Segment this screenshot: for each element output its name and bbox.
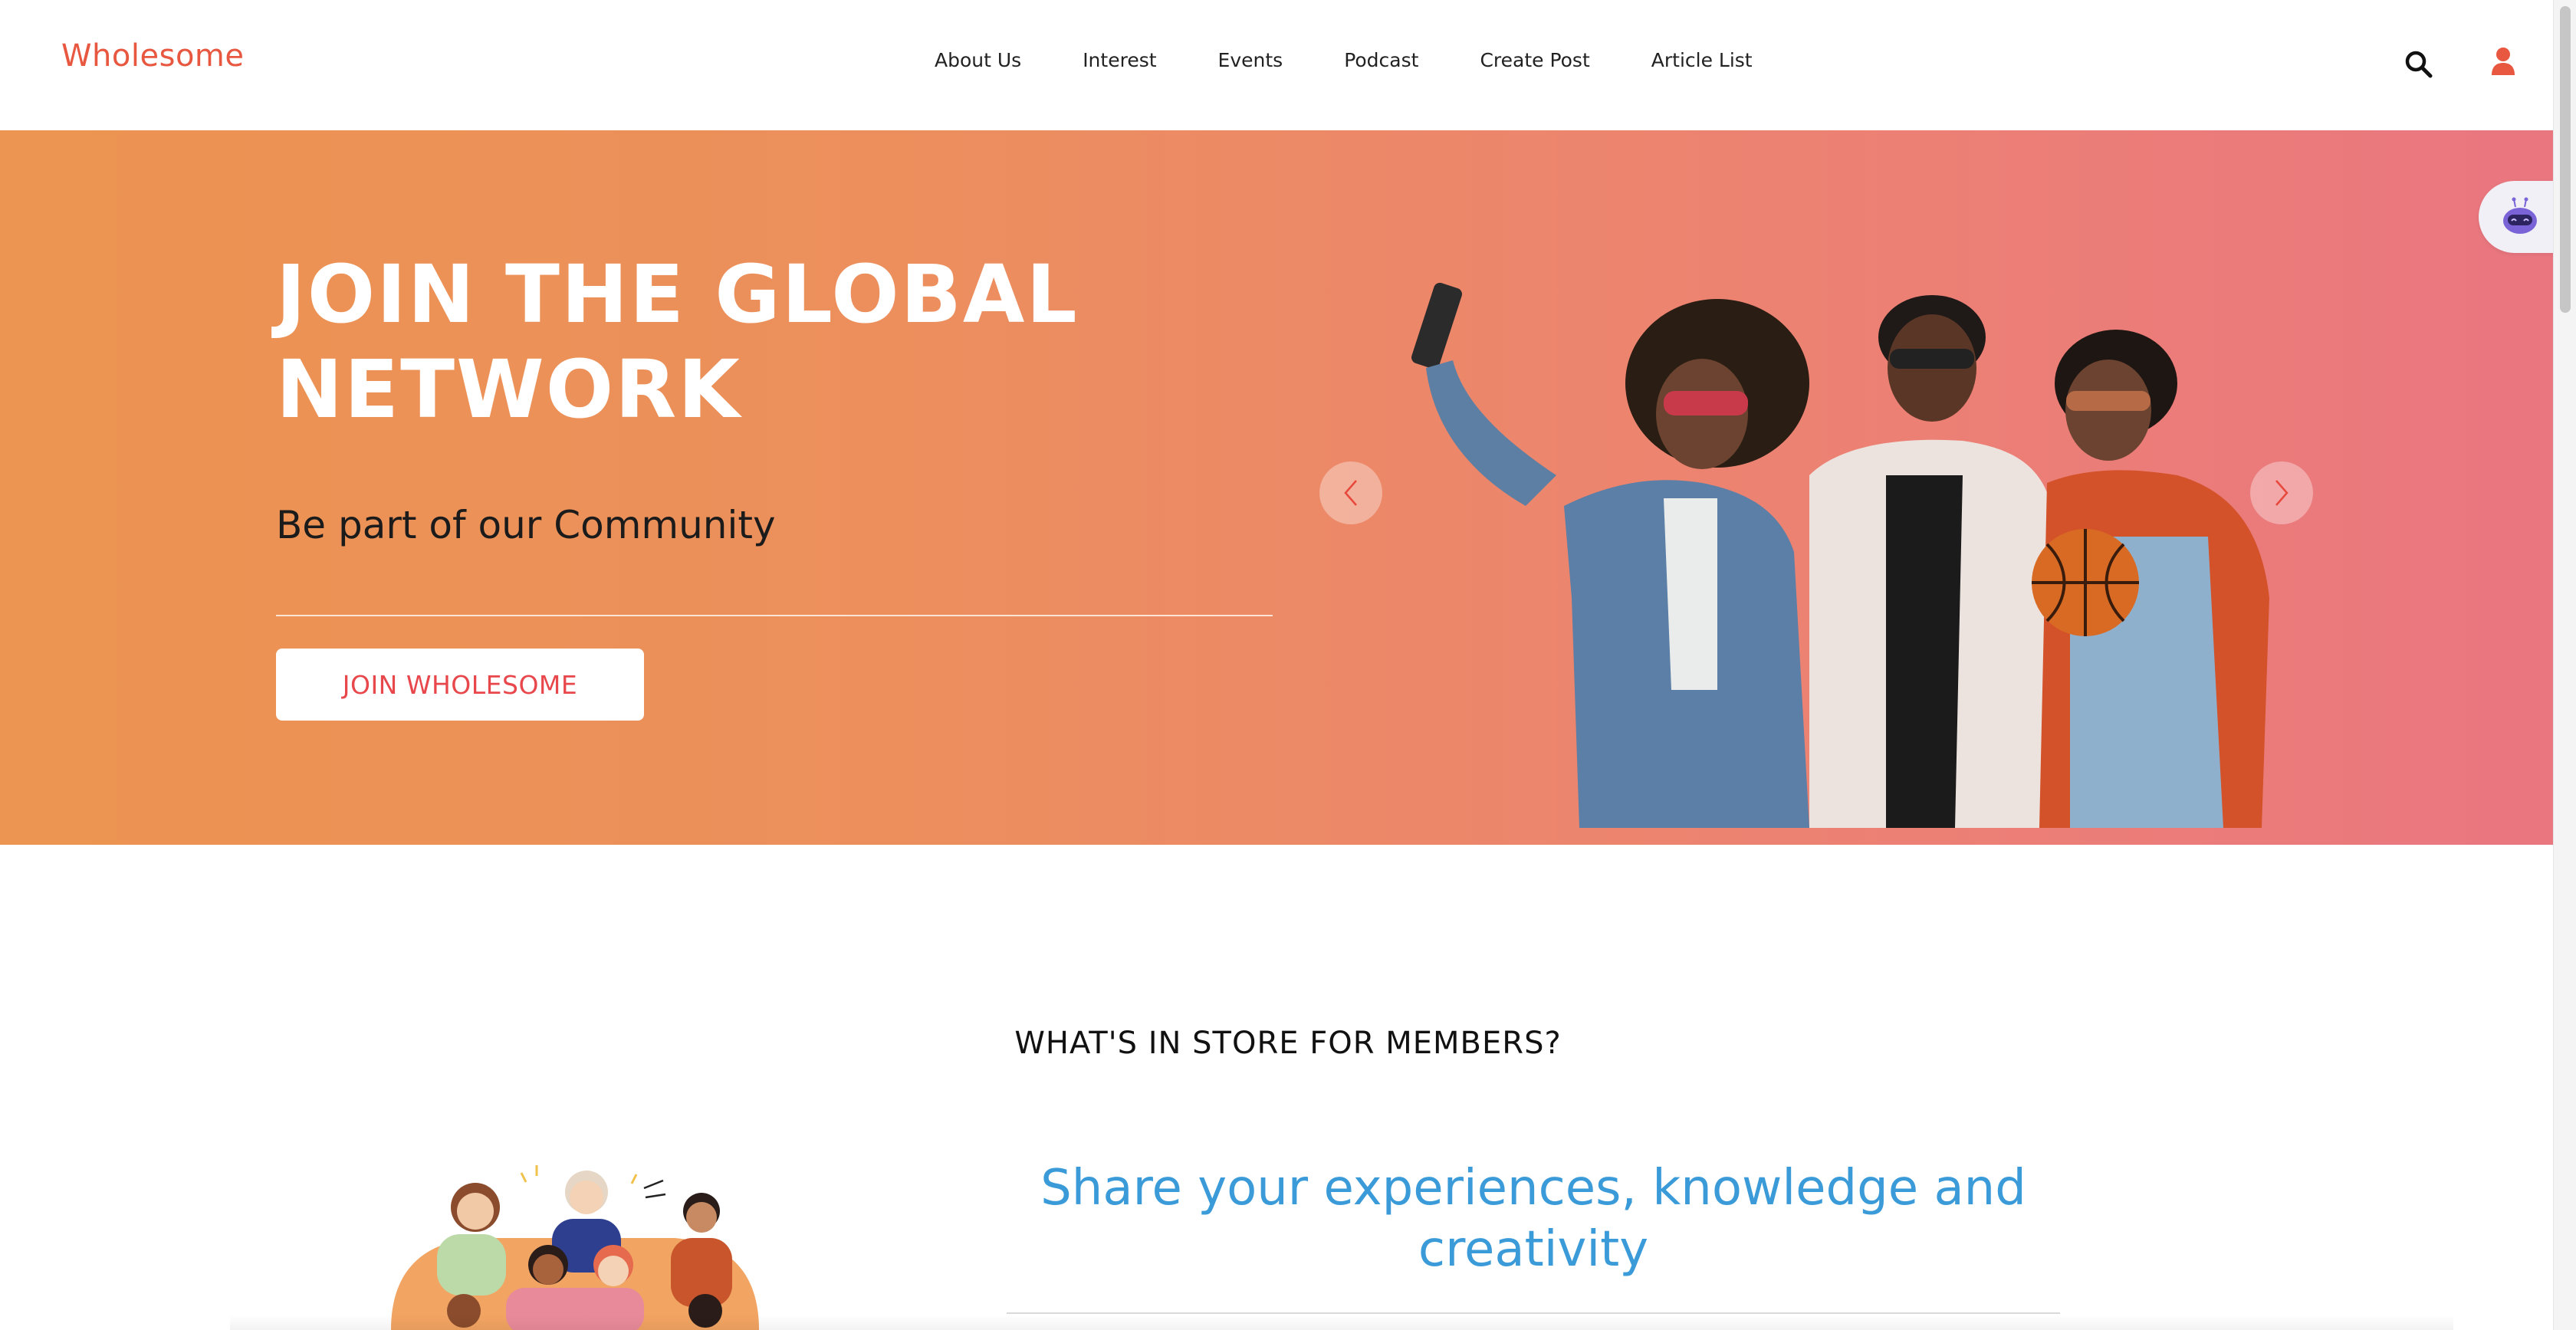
hero-subtitle: Be part of our Community (276, 503, 776, 547)
site-logo[interactable]: Wholesome (61, 38, 244, 74)
nav-create-post[interactable]: Create Post (1480, 49, 1589, 71)
hero-banner: JOIN THE GLOBAL NETWORK Be part of our C… (0, 130, 2553, 845)
nav-article-list[interactable]: Article List (1651, 49, 1753, 71)
nav-events[interactable]: Events (1218, 49, 1283, 71)
hero-title: JOIN THE GLOBAL NETWORK (276, 248, 1079, 436)
chevron-left-icon (1344, 480, 1357, 506)
site-header: Wholesome About Us Interest Events Podca… (0, 0, 2553, 130)
feature-divider (1007, 1312, 2060, 1314)
community-illustration (391, 1165, 759, 1330)
page-scrollbar[interactable] (2553, 0, 2576, 1330)
nav-interest[interactable]: Interest (1083, 49, 1156, 71)
hero-photo (1411, 282, 2269, 828)
feature-title: Share your experiences, knowledge and cr… (1040, 1160, 2026, 1278)
search-icon[interactable] (2404, 49, 2434, 80)
main-nav: About Us Interest Events Podcast Create … (935, 49, 1753, 71)
bottom-shadow (230, 1315, 2453, 1330)
robot-icon (2503, 197, 2537, 234)
user-icon[interactable] (2490, 46, 2516, 77)
scrollbar-thumb[interactable] (2560, 6, 2571, 313)
nav-podcast[interactable]: Podcast (1344, 49, 1418, 71)
hero-divider (276, 615, 1273, 616)
nav-about-us[interactable]: About Us (935, 49, 1021, 71)
carousel-prev-button[interactable] (1319, 461, 1382, 524)
members-heading: WHAT'S IN STORE FOR MEMBERS? (1014, 1026, 1562, 1061)
chatbot-button[interactable] (2479, 181, 2555, 253)
join-wholesome-button[interactable]: JOIN WHOLESOME (276, 649, 644, 721)
